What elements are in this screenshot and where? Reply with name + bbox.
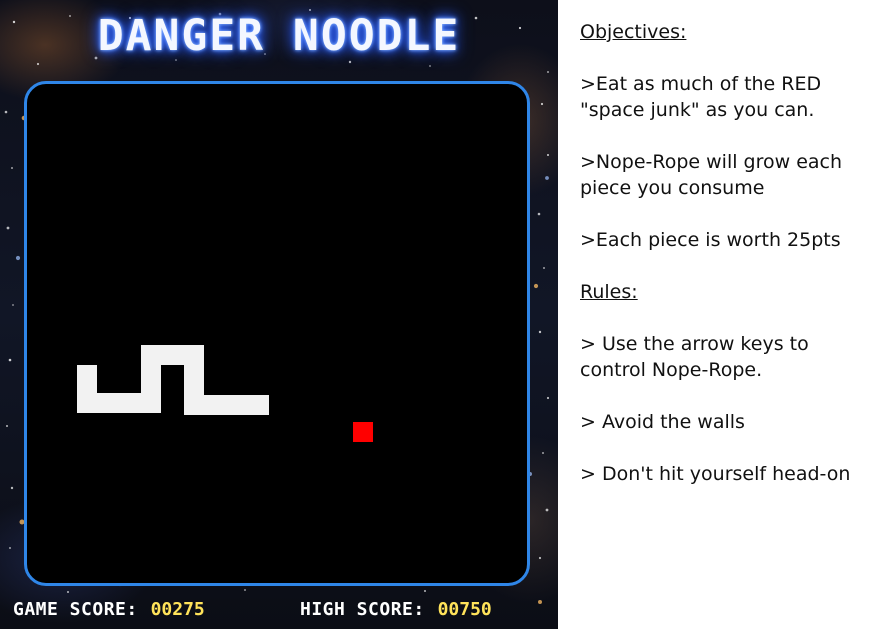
rule-item: > Don't hit yourself head-on: [580, 463, 851, 485]
snake-segment: [184, 395, 269, 415]
game-score: GAME SCORE: 00275: [13, 595, 205, 625]
info-panel: Objectives: >Eat as much of the RED "spa…: [580, 19, 872, 487]
objective-item: >Each piece is worth 25pts: [580, 229, 841, 251]
high-score-value: 00750: [437, 599, 492, 620]
game-board-canvas: [77, 345, 373, 442]
high-score: HIGH SCORE: 00750: [300, 595, 492, 625]
scoreboard: GAME SCORE: 00275 HIGH SCORE: 00750: [0, 595, 558, 625]
rule-item: > Avoid the walls: [580, 411, 745, 433]
game-score-label: GAME SCORE:: [13, 599, 138, 620]
rules-title: Rules:: [580, 281, 638, 303]
game-panel: DANGER NOODLE GAME SCORE: 00275 HIGH SCO…: [0, 0, 558, 629]
objectives-title: Objectives:: [580, 21, 687, 43]
high-score-label: HIGH SCORE:: [300, 599, 425, 620]
game-board: [24, 81, 530, 586]
game-score-value: 00275: [150, 599, 205, 620]
objective-item: >Nope-Rope will grow each piece you cons…: [580, 151, 843, 199]
rule-item: > Use the arrow keys to control Nope-Rop…: [580, 333, 809, 381]
game-title: DANGER NOODLE: [97, 11, 461, 61]
food-item: [353, 422, 373, 442]
objective-item: >Eat as much of the RED "space junk" as …: [580, 73, 822, 121]
